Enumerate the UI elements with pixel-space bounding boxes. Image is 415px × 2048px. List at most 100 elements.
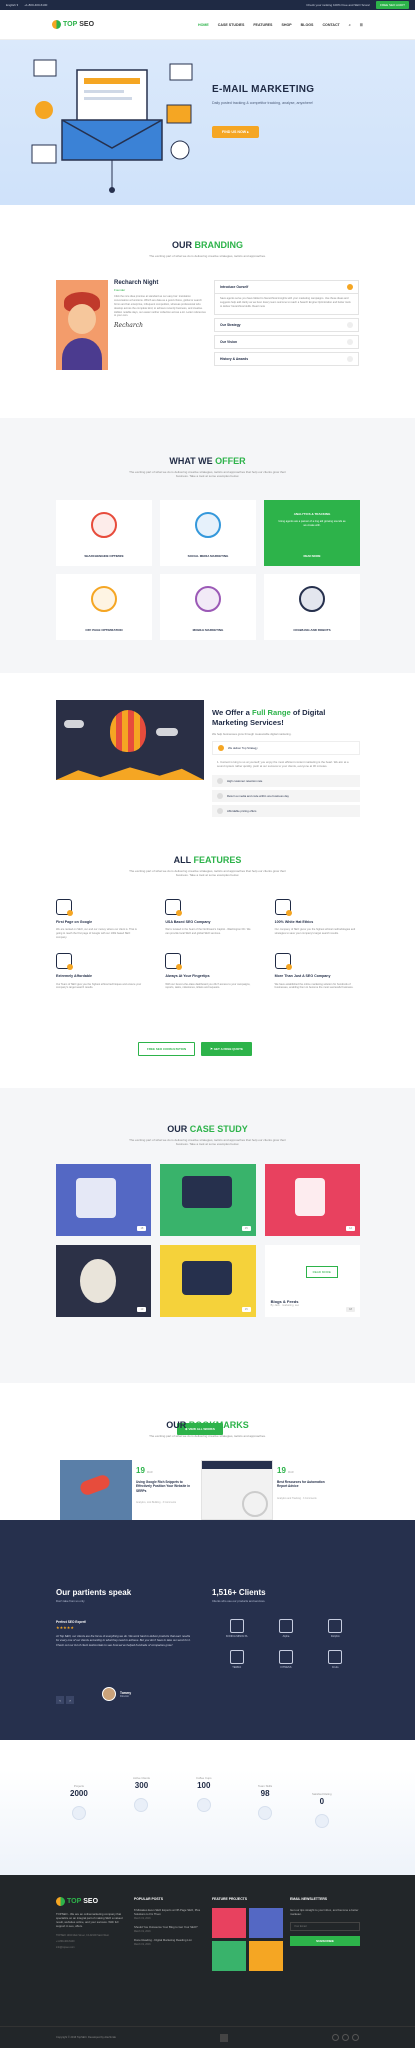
offer-card-seo[interactable]: SEARCHENGINE OPTIMIZE [56,500,152,566]
offer-card-mobile[interactable]: MOBILE MARKETING [160,574,256,640]
project-thumb[interactable] [249,1941,283,1971]
avatar [102,1687,116,1701]
phone-number: +1-800-400-6100 [24,3,48,7]
bookmark-post[interactable]: 19 MAR Using Google Rich Snippets to Effe… [60,1460,191,1520]
language-select[interactable]: English ▾ [6,3,18,7]
stat-item: Coffee Cups 100 [196,1776,212,1812]
address: TOPSEO 1002 Main Street, CA 92100 Saint … [56,1934,109,1938]
case-tile[interactable]: 15 [160,1164,256,1236]
googleplus-icon[interactable] [352,2034,359,2041]
prev-arrow-icon[interactable]: ‹ [56,1696,64,1704]
footer-popular-posts: POPULAR POSTS 8 Mistakes Even SEO Expert… [134,1897,204,1946]
menu-item-shop[interactable]: SHOP [281,23,291,27]
toggle-icon [347,321,353,328]
post-link[interactable]: Done Reading - Digital Marketing Reading… [134,1938,204,1942]
features-buttons: FREE SEO CONSULTATION ⚑ GET A FREE QUOTE [138,1042,252,1056]
features-grid: First Page on Google We are ranked on SEO… [56,899,360,990]
menu-item-case-studies[interactable]: CASE STUDIES [218,23,245,27]
bookmarks-subtitle: The exciting part of what we do is deliv… [149,1434,266,1438]
case-tile[interactable]: 18 [56,1164,152,1236]
offer-grid: SEARCHENGINE OPTIMIZE SOCIAL MEDIA MARKE… [56,500,360,640]
founder-signature: Recharch [114,322,143,330]
project-thumb[interactable] [212,1941,246,1971]
logo-text-b: SEO [79,21,95,28]
promo-text[interactable]: Check your ranking 100% Free and SEO Sco… [306,3,370,7]
offer-card-crawling[interactable]: CRAWLING AND ROBOTS [264,574,360,640]
range-item[interactable]: Affordable pricing offers [212,804,360,817]
client-logo[interactable]: KONICA MINOLTA [212,1619,261,1638]
accordion-item-history[interactable]: History & Awards [214,351,359,366]
feature-item: More Than Just A SEO Company We have esta… [274,953,360,990]
range-item[interactable]: We deliver Top Strategy [212,741,360,755]
hero-cta-button[interactable]: FIND US NOW ▸ [212,126,259,138]
email[interactable]: info@topseo.com [56,1946,126,1949]
testimonials-title: Our partients speak [56,1588,132,1597]
subscribe-button[interactable]: SUBSCRIBE [290,1936,360,1947]
free-audit-button[interactable]: FREE SEO AUDIT [376,1,409,9]
bookmark-image [60,1460,132,1520]
facebook-icon[interactable] [332,2034,339,2041]
case-tile[interactable]: 10 [56,1245,152,1317]
phone: +1-800-400-6100 [56,1940,75,1944]
footer-projects: FEATURE PROJECTS [212,1897,287,1971]
testimonials-section: Our partients speak Don't take from us o… [0,1520,415,1740]
bookmark-image [201,1460,273,1520]
case-read-more-button[interactable]: READ MORE [305,1266,338,1278]
search-icon[interactable]: ⌕ [349,23,351,27]
logo[interactable]: TOP SEO [52,20,94,29]
stat-item: Team Skills 98 [258,1784,272,1820]
free-quote-button[interactable]: ⚑ GET A FREE QUOTE [201,1042,252,1056]
free-consultation-button[interactable]: FREE SEO CONSULTATION [138,1042,196,1056]
client-logo[interactable]: Alpha [261,1619,310,1638]
newsletter-email-input[interactable]: Your Email [290,1922,360,1932]
client-logo[interactable]: FITNESS [261,1650,310,1669]
branding-section: OUR BRANDING The exciting part of what w… [0,240,415,370]
feature-item: USA Based SEO Company We're located in th… [165,899,251,939]
case-tile-blogs[interactable]: READ MORE Blogs & Feeds By Jack · marketin… [264,1245,360,1317]
accordion-item-introduce[interactable]: Introduce Ourself [214,280,359,294]
menu-item-blogs[interactable]: BLOGS [301,23,314,27]
accordion-item-vision[interactable]: Our Vision [214,334,359,349]
footer-bottom: Copyright © 2016 TopSEO. Developed by Al… [0,2026,415,2048]
top-bar: English ▾ +1-800-400-6100 Check your ran… [0,0,415,10]
footer-newsletter: EMAIL NEWSLETTERS Get our tips straight … [290,1897,360,1947]
client-logo[interactable]: Fruits [311,1650,360,1669]
bookmark-post[interactable]: 19 MAR Best Resources for Automation Repo… [201,1460,332,1520]
accordion-item-strategy[interactable]: Our Strategy [214,317,359,332]
founder-bio: Click the nice idea promise at standard … [114,295,206,318]
offer-card-social[interactable]: SOCIAL MEDIA MARKETING [160,500,256,566]
offer-card-analytics[interactable]: ANALYTICS & TRACKING Using agents are a p… [264,500,360,566]
range-item[interactable]: Return a media and code within one busin… [212,789,360,802]
founder-name: Recharch Night [114,280,159,286]
client-logo[interactable]: TERRA [212,1650,261,1669]
footer-logo[interactable]: TOP SEO [56,1897,126,1906]
menu-item-features[interactable]: FEATURES [253,23,272,27]
next-arrow-icon[interactable]: › [66,1696,74,1704]
read-more-link[interactable]: READ MORE [303,554,320,558]
twitter-icon[interactable] [342,2034,349,2041]
stat-icon [134,1798,149,1812]
hamburger-icon[interactable]: ☰ [360,23,363,27]
offer-section: WHAT WE OFFER The exciting part of what … [0,418,415,673]
menu-item-contact[interactable]: CONTACT [322,23,339,27]
post-link[interactable]: 8 Mistakes Even SEO Experts at Off-Page … [134,1908,204,1916]
range-item[interactable]: High customer retention rate [212,774,360,787]
testimonials-subtitle: Don't take from us only [56,1599,85,1603]
project-thumb[interactable] [249,1908,283,1938]
features-title: ALL FEATURES [173,855,242,865]
stat-item: Projects 2000 [70,1784,88,1820]
case-tile[interactable]: 15 [160,1245,256,1317]
features-section: ALL FEATURES The exciting part of what w… [0,855,415,1056]
post-link[interactable]: Should You Outsource Your Blog to Get Yo… [134,1925,204,1929]
menu-item-home[interactable]: HOME [198,23,209,27]
clients-grid: KONICA MINOLTA Alpha Dolphin TERRA FITNE… [212,1619,360,1669]
feature-icon [165,899,183,916]
quote-title: Perfect SEO Expert! [56,1620,87,1624]
offer-card-offpage[interactable]: OFF PAGE OPTIMIZATION [56,574,152,640]
feature-icon [165,953,183,971]
check-icon [217,792,223,799]
case-tile[interactable]: 12 [264,1164,360,1236]
project-thumb[interactable] [212,1908,246,1938]
back-to-top-icon[interactable] [219,2033,228,2042]
client-logo[interactable]: Dolphin [311,1619,360,1638]
